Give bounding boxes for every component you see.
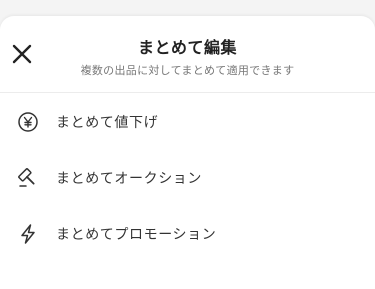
menu-item-label: まとめて値下げ	[56, 115, 159, 131]
page-subtitle: 複数の出品に対してまとめて適用できます	[80, 64, 295, 77]
page-title: まとめて編集	[137, 38, 237, 57]
lightning-icon	[17, 223, 39, 245]
gavel-icon	[17, 167, 39, 189]
menu-item-label: まとめてプロモーション	[56, 227, 217, 243]
bulk-edit-sheet: まとめて編集 複数の出品に対してまとめて適用できます まとめて値下げ まとめてオ…	[0, 16, 375, 289]
menu-item-bulk-price-down[interactable]: まとめて値下げ	[0, 98, 375, 146]
menu-item-label: まとめてオークション	[56, 171, 202, 187]
yen-circle-icon	[17, 111, 39, 133]
sheet-header: まとめて編集 複数の出品に対してまとめて適用できます	[0, 16, 375, 93]
menu-item-bulk-auction[interactable]: まとめてオークション	[0, 154, 375, 202]
menu-item-bulk-promotion[interactable]: まとめてプロモーション	[0, 210, 375, 258]
